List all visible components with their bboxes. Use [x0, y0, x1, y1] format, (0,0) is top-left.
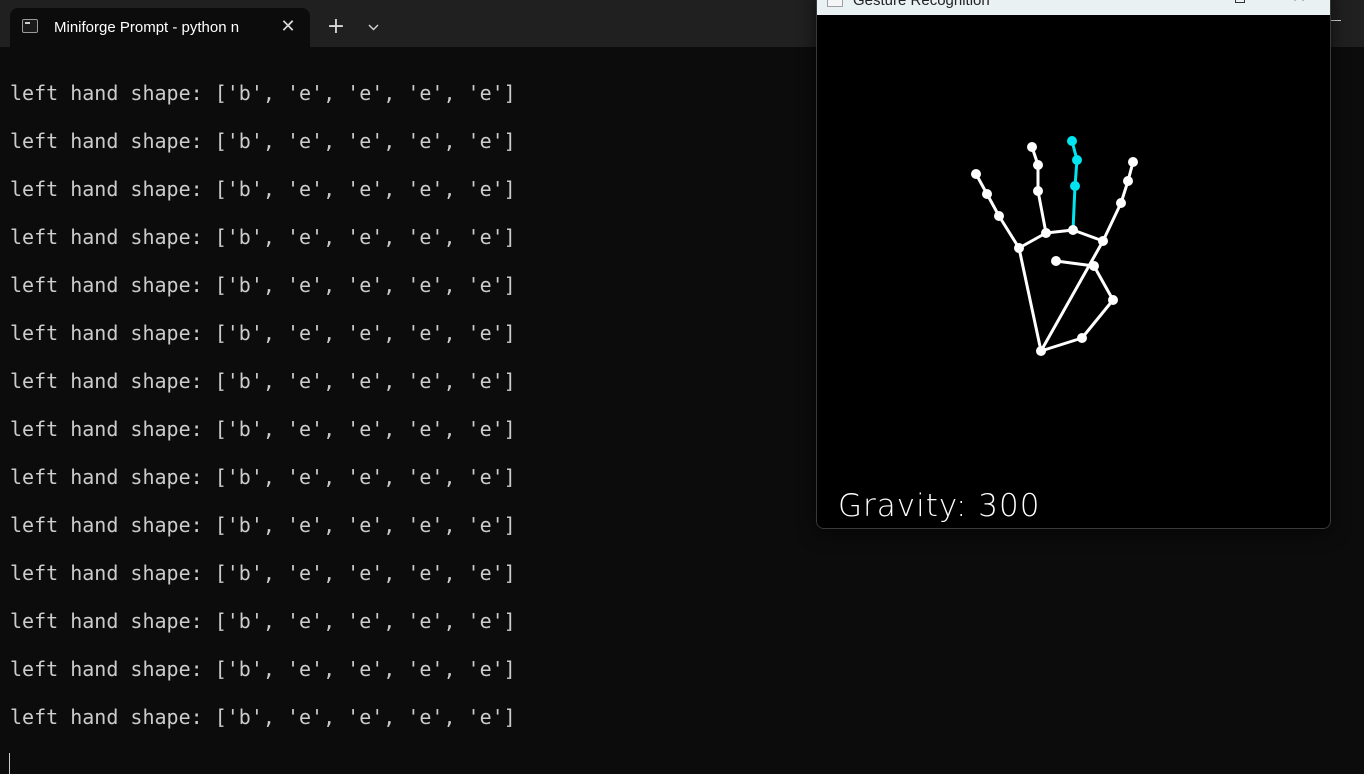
maximize-button[interactable] — [1231, 0, 1251, 11]
terminal-line: left hand shape: ['b', 'e', 'e', 'e', 'e… — [10, 129, 516, 153]
landmark-point — [1068, 225, 1078, 235]
desktop: Miniforge Prompt - python n ✕ + left han… — [0, 0, 1364, 774]
terminal-line: left hand shape: ['b', 'e', 'e', 'e', 'e… — [10, 705, 516, 729]
landmark-point — [1098, 236, 1108, 246]
landmark-point — [971, 169, 981, 179]
hand-skeleton — [971, 136, 1138, 356]
landmark-point — [1072, 155, 1082, 165]
landmark-point — [1041, 228, 1051, 238]
landmark-point — [1027, 142, 1037, 152]
skeleton-bone — [1071, 184, 1077, 232]
gesture-recognition-window[interactable]: Gesture Recognition ✕ Gravity: 300 — [816, 0, 1331, 529]
landmark-point — [1077, 333, 1087, 343]
landmark-point — [1128, 157, 1138, 167]
landmark-point — [1014, 243, 1024, 253]
terminal-icon — [22, 19, 38, 33]
skeleton-bone — [1101, 201, 1123, 243]
chevron-down-icon[interactable] — [361, 14, 385, 42]
tab-miniforge-prompt[interactable]: Miniforge Prompt - python n ✕ — [10, 8, 310, 47]
terminal-line: left hand shape: ['b', 'e', 'e', 'e', 'e… — [10, 177, 516, 201]
terminal-line: left hand shape: ['b', 'e', 'e', 'e', 'e… — [10, 657, 516, 681]
landmark-point — [1123, 176, 1133, 186]
terminal-line: left hand shape: ['b', 'e', 'e', 'e', 'e… — [10, 513, 516, 537]
skeleton-bone — [1080, 298, 1115, 340]
skeleton-bone — [1092, 264, 1115, 302]
camera-canvas: Gravity: 300 — [817, 15, 1330, 528]
skeleton-bone — [1036, 189, 1048, 235]
terminal-line: left hand shape: ['b', 'e', 'e', 'e', 'e… — [10, 609, 516, 633]
terminal-line: left hand shape: ['b', 'e', 'e', 'e', 'e… — [10, 417, 516, 441]
minimize-button[interactable] — [1329, 0, 1364, 40]
gesture-window-title: Gesture Recognition — [853, 0, 990, 9]
skeleton-bone — [1039, 239, 1105, 353]
terminal-line: left hand shape: ['b', 'e', 'e', 'e', 'e… — [10, 225, 516, 249]
terminal-line: left hand shape: ['b', 'e', 'e', 'e', 'e… — [10, 81, 516, 105]
landmark-point — [1070, 181, 1080, 191]
landmark-point — [1089, 261, 1099, 271]
gesture-window-titlebar[interactable]: Gesture Recognition ✕ — [817, 0, 1330, 15]
tab-title: Miniforge Prompt - python n — [54, 19, 240, 36]
terminal-line: left hand shape: ['b', 'e', 'e', 'e', 'e… — [10, 465, 516, 489]
landmark-point — [1033, 186, 1043, 196]
terminal-line: left hand shape: ['b', 'e', 'e', 'e', 'e… — [10, 321, 516, 345]
landmark-point — [1036, 346, 1046, 356]
landmark-point — [994, 211, 1004, 221]
landmark-point — [1108, 295, 1118, 305]
landmark-point — [1033, 160, 1043, 170]
landmark-point — [982, 189, 992, 199]
text-cursor — [9, 753, 10, 774]
skeleton-bone — [997, 214, 1021, 250]
landmark-point — [1067, 136, 1077, 146]
terminal-line: left hand shape: ['b', 'e', 'e', 'e', 'e… — [10, 273, 516, 297]
close-tab-icon[interactable]: ✕ — [278, 17, 298, 37]
terminal-line: left hand shape: ['b', 'e', 'e', 'e', 'e… — [10, 561, 516, 585]
gravity-readout: Gravity: 300 — [838, 488, 1041, 524]
landmark-point — [1051, 256, 1061, 266]
new-tab-button[interactable]: + — [322, 14, 350, 42]
skeleton-bone — [1017, 246, 1043, 353]
window-app-icon — [827, 0, 843, 7]
chevron-down-icon-glyph — [368, 24, 378, 31]
close-window-button[interactable]: ✕ — [1287, 0, 1311, 11]
landmark-point — [1116, 198, 1126, 208]
terminal-line: left hand shape: ['b', 'e', 'e', 'e', 'e… — [10, 369, 516, 393]
